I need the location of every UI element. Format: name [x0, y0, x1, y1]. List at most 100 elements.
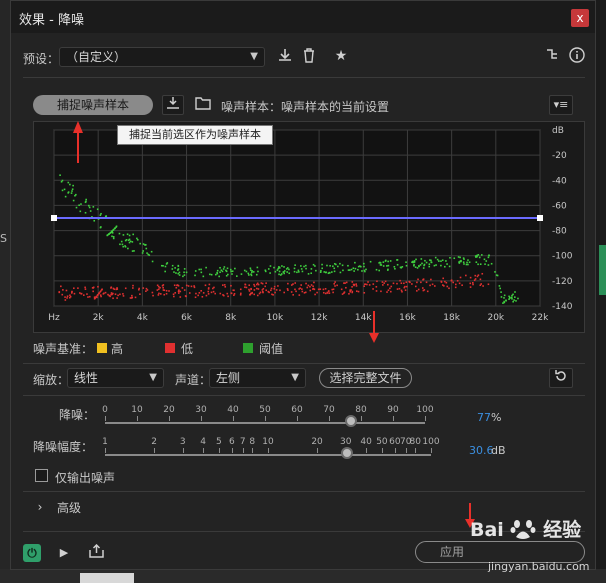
data-point: [183, 271, 185, 274]
data-point: [75, 206, 78, 209]
capture-tooltip: 捕捉当前选区作为噪声样本: [117, 125, 273, 145]
data-point: [146, 252, 148, 254]
reduction-slider-thumb[interactable]: [345, 415, 358, 427]
data-point: [466, 261, 468, 264]
data-point: [105, 215, 108, 217]
data-point: [226, 292, 229, 295]
graph-menu-button[interactable]: ▾≡: [549, 95, 573, 115]
data-point: [458, 261, 460, 263]
data-point: [385, 259, 387, 262]
data-point: [138, 287, 140, 290]
capture-noise-print-button[interactable]: 捕捉噪声样本: [33, 95, 153, 115]
data-point: [173, 284, 176, 287]
download-preset-icon[interactable]: [275, 47, 295, 68]
data-point: [411, 283, 413, 285]
data-point: [122, 234, 125, 236]
channel-label: 声道：: [175, 373, 212, 387]
play-icon[interactable]: ▶: [55, 544, 73, 562]
data-point: [283, 291, 286, 294]
data-point: [115, 288, 118, 291]
select-entire-file-button[interactable]: 选择完整文件: [319, 368, 412, 388]
output-noise-only-checkbox[interactable]: [35, 469, 48, 482]
data-point: [350, 268, 353, 271]
data-point: [177, 269, 179, 271]
data-point: [86, 293, 88, 295]
channel-select[interactable]: 左侧 ▼: [209, 368, 306, 388]
data-point: [465, 274, 467, 277]
data-point: [404, 289, 407, 291]
reduction-label: 降噪：: [59, 408, 96, 422]
data-point: [270, 287, 273, 290]
data-point: [71, 291, 73, 293]
export-icon[interactable]: [87, 543, 105, 563]
data-point: [372, 283, 375, 285]
routing-icon[interactable]: [543, 47, 563, 66]
data-point: [270, 289, 272, 292]
data-point: [512, 293, 514, 296]
download-noise-print-button[interactable]: [162, 95, 184, 115]
data-point: [71, 188, 74, 191]
data-point: [152, 294, 154, 297]
data-point: [209, 273, 211, 276]
chevron-down-icon: ▼: [291, 372, 299, 383]
reduction-value[interactable]: 77: [477, 411, 491, 424]
reduce-by-slider-track[interactable]: [105, 454, 431, 456]
data-point: [113, 288, 116, 291]
data-point: [245, 286, 248, 289]
reduction-slider-track[interactable]: [105, 422, 425, 424]
data-point: [416, 290, 418, 292]
data-point: [276, 269, 279, 271]
data-point: [100, 212, 102, 215]
data-point: [293, 267, 296, 270]
data-point: [84, 211, 87, 214]
data-point: [336, 284, 338, 287]
data-point: [181, 287, 184, 289]
star-icon[interactable]: ★: [331, 47, 351, 65]
data-point: [333, 263, 336, 265]
scale-select[interactable]: 线性 ▼: [67, 368, 164, 388]
data-point: [173, 271, 175, 273]
data-point: [210, 291, 213, 294]
reduce-by-value[interactable]: 30.6: [469, 444, 494, 457]
info-icon[interactable]: [567, 47, 587, 68]
preset-select[interactable]: （自定义） ▼: [59, 47, 265, 67]
data-point: [444, 280, 446, 283]
advanced-section-label[interactable]: 高级: [57, 499, 81, 516]
legend-row: 噪声基准： 高 低 阈值: [11, 340, 597, 356]
data-point: [487, 256, 490, 259]
data-point: [200, 289, 202, 292]
data-point: [256, 266, 259, 269]
data-point: [324, 292, 327, 295]
x-tick-label: 16k: [399, 313, 416, 323]
folder-icon[interactable]: [193, 96, 213, 115]
data-point: [230, 284, 232, 287]
background-app-text: S: [0, 232, 7, 245]
data-point: [290, 291, 293, 293]
data-point: [396, 263, 399, 266]
data-point: [296, 271, 298, 274]
data-point: [163, 293, 166, 296]
power-icon[interactable]: ⏻: [23, 544, 41, 562]
data-point: [477, 263, 479, 266]
data-point: [63, 188, 66, 191]
data-point: [165, 289, 168, 292]
data-point: [448, 287, 450, 290]
data-point: [323, 271, 326, 273]
reset-zoom-button[interactable]: [549, 368, 573, 388]
slider-tickmark: [425, 416, 426, 421]
data-point: [150, 250, 153, 253]
close-button[interactable]: x: [571, 9, 589, 27]
data-point: [171, 268, 174, 270]
data-point: [452, 281, 455, 284]
reduce-by-slider-thumb[interactable]: [341, 447, 354, 459]
data-point: [248, 288, 250, 291]
trash-icon[interactable]: [299, 47, 319, 68]
data-point: [390, 285, 393, 288]
slider-tick-label: 90: [387, 405, 399, 415]
data-point: [80, 203, 82, 205]
data-point: [97, 285, 99, 288]
chevron-right-icon[interactable]: ›: [33, 498, 47, 516]
data-point: [133, 250, 135, 252]
data-point: [401, 290, 403, 293]
data-point: [414, 266, 417, 268]
